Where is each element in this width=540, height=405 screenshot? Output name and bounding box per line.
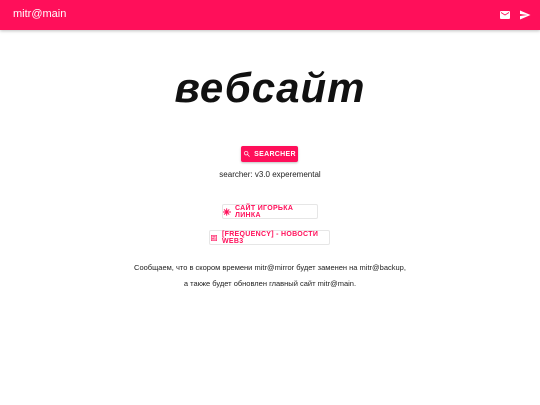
top-app-bar: mitr@main bbox=[0, 0, 540, 30]
news-icon bbox=[210, 234, 218, 242]
igorek-link-label: САЙТ ИГОРЬКА ЛИНКА bbox=[235, 204, 294, 219]
send-icon[interactable] bbox=[519, 9, 531, 21]
frequency-news-label: [FREQUENCY] - НОВОСТИ WEB3 bbox=[222, 230, 319, 245]
site-brand[interactable]: mitr@main bbox=[13, 8, 66, 20]
searcher-button-label: SEARCHER bbox=[254, 150, 296, 158]
mail-icon[interactable] bbox=[499, 9, 511, 21]
search-icon bbox=[243, 150, 251, 158]
hero-title: вебсайт bbox=[174, 64, 366, 111]
frequency-news-button[interactable]: [FREQUENCY] - НОВОСТИ WEB3 bbox=[209, 230, 330, 245]
notice-line-2: а также будет обновлен главный сайт mitr… bbox=[183, 279, 357, 288]
version-text: searcher: v3.0 experemental bbox=[219, 170, 321, 179]
asterisk-icon bbox=[223, 207, 231, 216]
notice-line-1: Сообщаем, что в скором времени mitr@mirr… bbox=[134, 263, 406, 272]
igorek-link-button[interactable]: САЙТ ИГОРЬКА ЛИНКА bbox=[222, 204, 318, 219]
searcher-button[interactable]: SEARCHER bbox=[241, 146, 298, 162]
